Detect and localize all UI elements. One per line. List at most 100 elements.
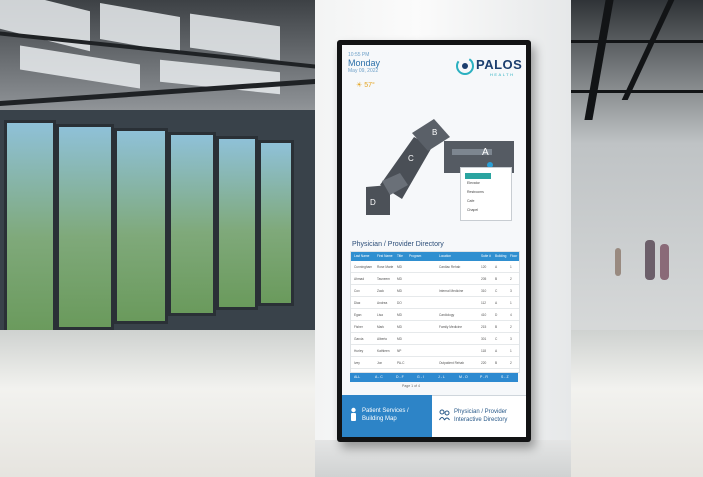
legend-chapel: Chapel <box>467 208 479 212</box>
table-cell: 3 <box>510 337 512 341</box>
directory-title: Physician / Provider Directory <box>352 241 444 248</box>
table-cell: 301 <box>481 337 487 341</box>
date-time-block: 10:55 PM Monday May 09, 2022 <box>348 51 380 75</box>
table-cell: B <box>495 277 498 281</box>
table-cell: Garcia <box>354 337 364 341</box>
table-cell: Egan <box>354 313 362 317</box>
date-label: May 09, 2022 <box>348 68 379 74</box>
table-cell: B <box>495 361 498 365</box>
table-cell: Diaz <box>354 301 361 305</box>
table-cell: Family Medicine <box>439 325 463 329</box>
screen-header: 10:55 PM Monday May 09, 2022 ☀ 57° PALOS… <box>342 45 526 91</box>
person-icon <box>351 407 356 421</box>
table-row[interactable]: Egan Lisa MD Cardiology 410 D 4 <box>351 310 519 321</box>
alpha-tab[interactable]: D - F <box>396 375 404 379</box>
table-cell: D <box>495 313 498 317</box>
directory-table: Last Name First Name Title Program Locat… <box>350 251 520 373</box>
legend-restrooms: Restrooms <box>467 190 484 194</box>
temperature: 57° <box>364 82 375 89</box>
table-header: Last Name First Name Title Program Locat… <box>351 252 519 261</box>
alpha-tab[interactable]: S - Z <box>501 375 509 379</box>
patient-services-button[interactable]: Patient Services / Building Map <box>342 395 432 437</box>
table-cell: 118 <box>481 349 487 353</box>
table-row[interactable]: Fisher Mark MD Family Medicine 215 B 2 <box>351 322 519 333</box>
table-cell: Kathleen <box>377 349 390 353</box>
table-cell: Cox <box>354 289 360 293</box>
table-cell: Alberto <box>377 337 388 341</box>
alpha-tab[interactable]: J - L <box>438 375 445 379</box>
provider-directory-line2: Interactive Directory <box>454 417 508 423</box>
table-cell: MD <box>397 337 402 341</box>
table-row[interactable]: Ivey Jon PA-C Outpatient Rehab 220 B 2 <box>351 358 519 369</box>
table-cell: Andrea <box>377 301 388 305</box>
alpha-tab[interactable]: ALL <box>354 375 360 379</box>
sun-icon: ☀ <box>356 82 363 89</box>
table-cell: 410 <box>481 313 487 317</box>
table-cell: 2 <box>510 361 512 365</box>
table-cell: MD <box>397 289 402 293</box>
digital-signage-monitor: 10:55 PM Monday May 09, 2022 ☀ 57° PALOS… <box>337 40 531 442</box>
table-cell: 310 <box>481 289 487 293</box>
table-cell: NP <box>397 349 402 353</box>
screen-footer: Patient Services / Building Map Physicia… <box>342 395 526 437</box>
window-wall <box>0 110 320 360</box>
table-cell: A <box>495 265 498 269</box>
day-label: Monday <box>348 58 381 68</box>
table-cell: PA-C <box>397 361 405 365</box>
table-cell: Tasneem <box>377 277 390 281</box>
col-first-name[interactable]: First Name <box>377 254 393 258</box>
table-cell: A <box>495 301 498 305</box>
table-cell: MD <box>397 313 402 317</box>
pager[interactable]: Page 1 of 4 <box>402 384 420 388</box>
table-row[interactable]: Hurley Kathleen NP 118 A 1 <box>351 346 519 357</box>
table-cell: 2 <box>510 325 512 329</box>
col-suite[interactable]: Suite # <box>481 254 491 258</box>
table-row[interactable]: Cox Zack MD Internal Medicine 310 C 3 <box>351 286 519 297</box>
table-cell: Zack <box>377 289 384 293</box>
legend-swatch <box>465 173 491 179</box>
table-cell: Ivey <box>354 361 360 365</box>
table-cell: MD <box>397 265 402 269</box>
table-cell: DO <box>397 301 402 305</box>
building-a-label: A <box>482 147 489 158</box>
provider-directory-button[interactable]: Physician / Provider Interactive Directo… <box>432 395 526 437</box>
table-row[interactable]: Garcia Alberto MD 301 C 3 <box>351 334 519 345</box>
table-cell: Fisher <box>354 325 363 329</box>
alpha-tab[interactable]: A - C <box>375 375 383 379</box>
col-location[interactable]: Location <box>439 254 451 258</box>
table-cell: 205 <box>481 277 487 281</box>
table-cell: Jon <box>377 361 383 365</box>
table-cell: 1 <box>510 349 512 353</box>
table-cell: Cardiology <box>439 313 455 317</box>
table-cell: Lisa <box>377 313 383 317</box>
alpha-tab[interactable]: M - O <box>459 375 468 379</box>
table-cell: Cardiac Rehab <box>439 265 461 269</box>
table-cell: 4 <box>510 313 512 317</box>
table-cell: B <box>495 325 498 329</box>
table-cell: 120 <box>481 265 487 269</box>
col-last-name[interactable]: Last Name <box>354 254 369 258</box>
table-cell: MD <box>397 277 402 281</box>
people-icon <box>439 409 450 421</box>
alpha-tab[interactable]: G - I <box>417 375 424 379</box>
alphabet-filter: ALL A - C D - F G - I J - L M - O P - R S - Z <box>350 373 518 382</box>
building-c-label: C <box>408 154 414 163</box>
building-d-label: D <box>370 198 376 207</box>
table-cell: Rose Marie <box>377 265 394 269</box>
legend-cafe: Cafe <box>467 199 475 203</box>
table-row[interactable]: Cunningham Rose Marie MD Cardiac Rehab 120 A 1 <box>351 262 519 273</box>
table-cell: C <box>495 337 498 341</box>
alpha-tab[interactable]: P - R <box>480 375 488 379</box>
col-building[interactable]: Building <box>495 254 506 258</box>
patient-services-label: Patient Services / Building Map <box>362 407 409 423</box>
table-row[interactable]: Diaz Andrea DO 112 A 1 <box>351 298 519 309</box>
brand-name: PALOS <box>476 57 523 72</box>
table-row[interactable]: Ahmad Tasneem MD 205 B 2 <box>351 274 519 285</box>
brand-sub: HEALTH <box>490 72 515 77</box>
col-program[interactable]: Program <box>409 254 421 258</box>
table-cell: 215 <box>481 325 487 329</box>
col-title[interactable]: Title <box>397 254 403 258</box>
col-floor[interactable]: Floor <box>510 254 517 258</box>
pillar-base <box>315 440 571 477</box>
table-cell: 220 <box>481 361 487 365</box>
